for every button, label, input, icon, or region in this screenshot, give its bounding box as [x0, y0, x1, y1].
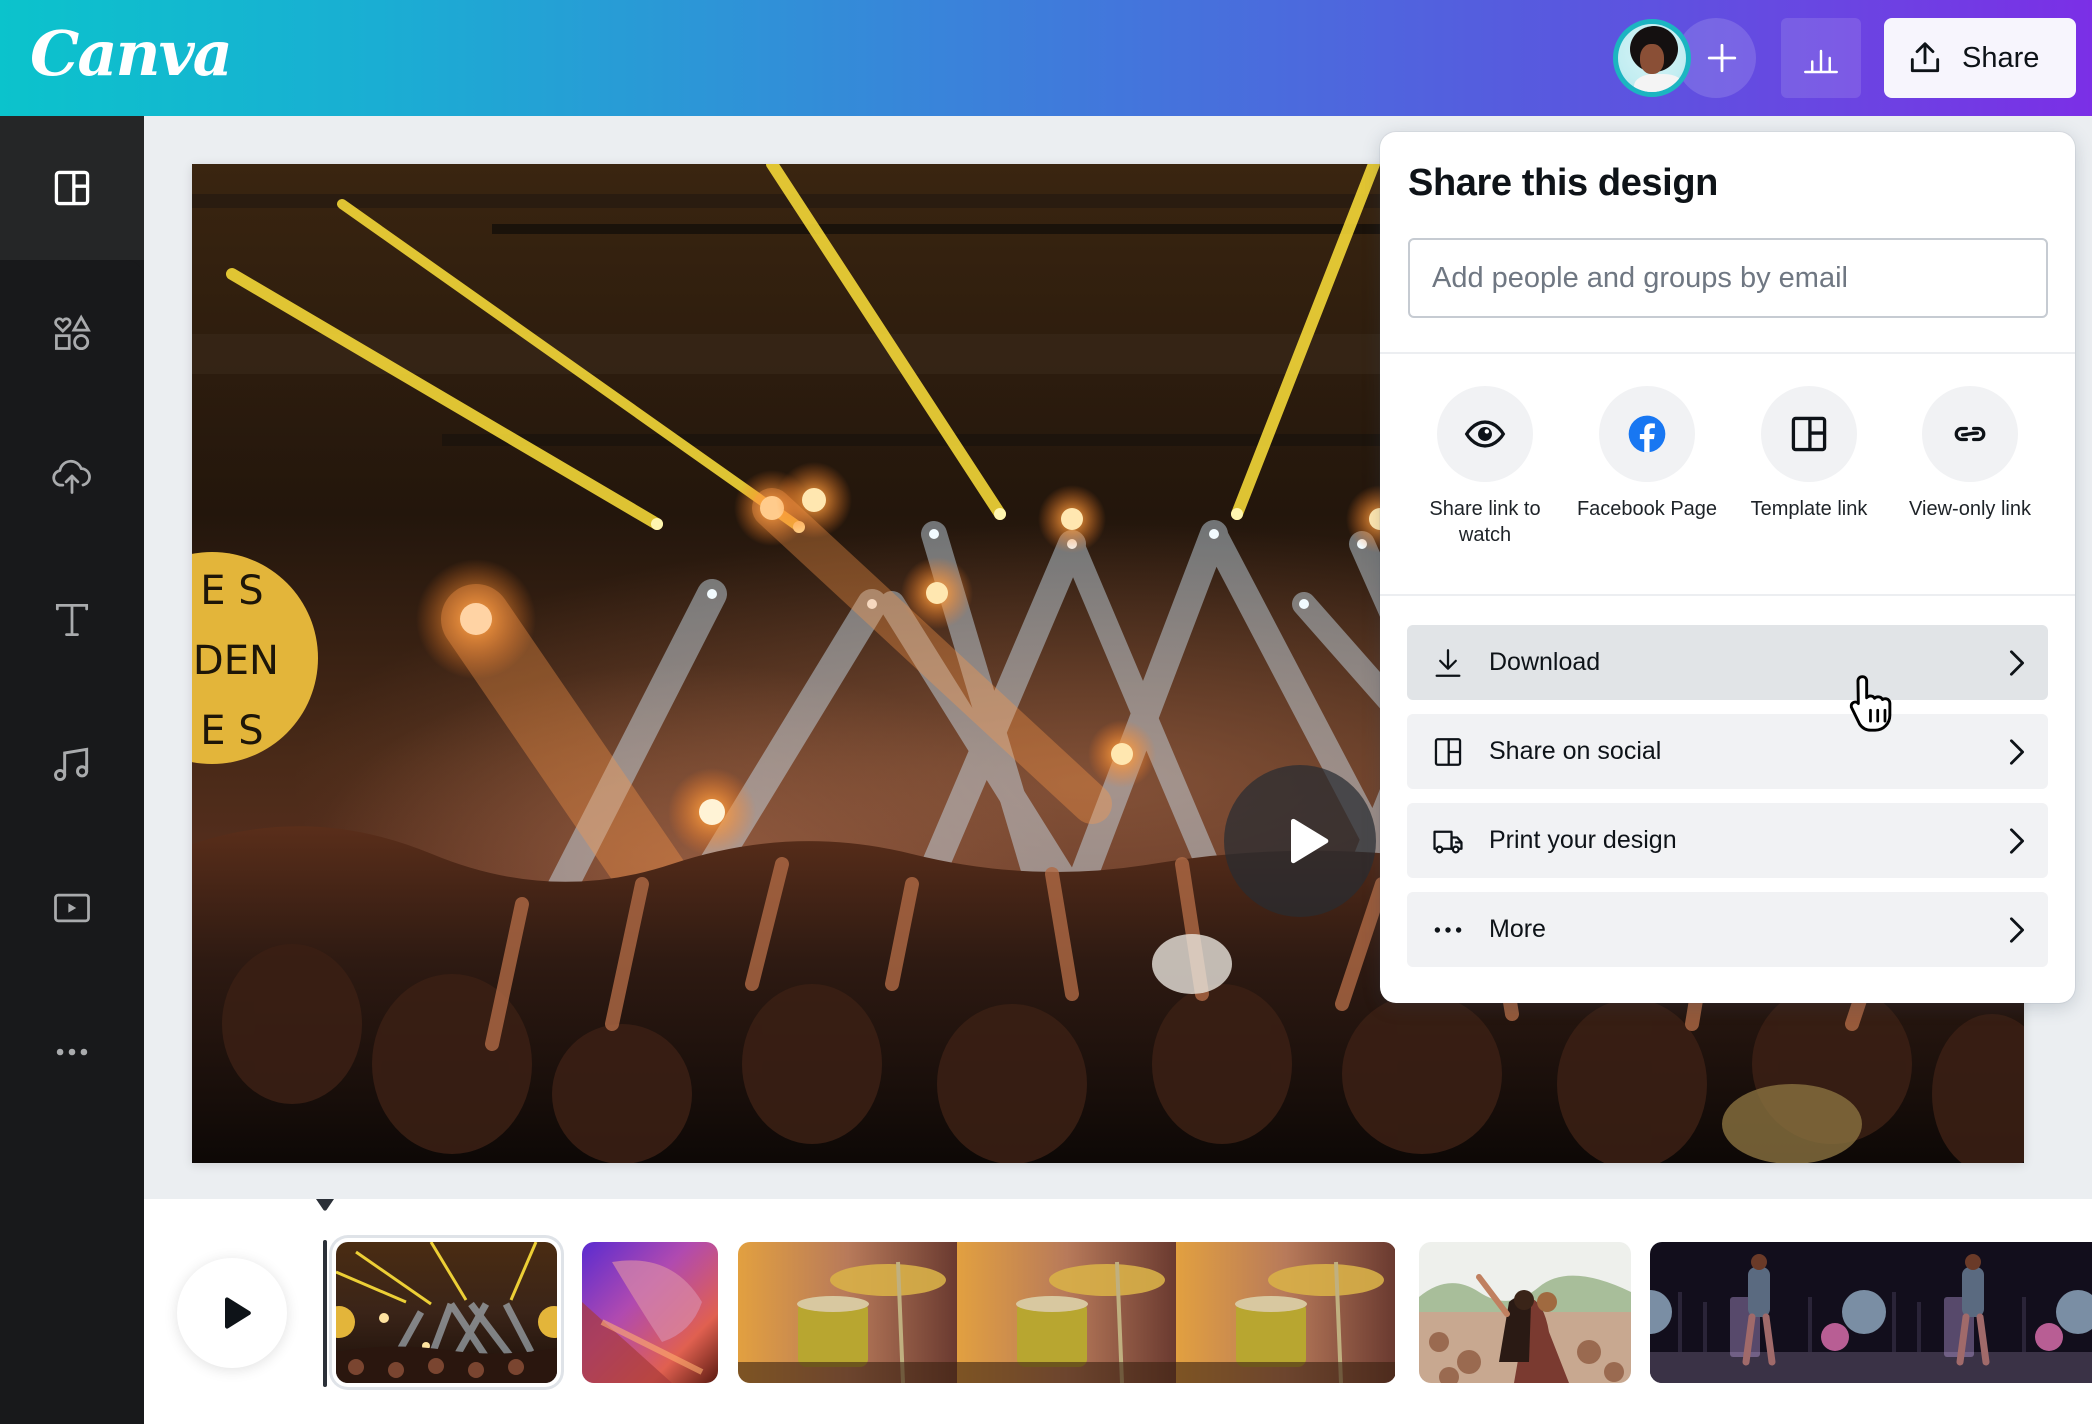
quick-action-facebook-page[interactable]: Facebook Page — [1566, 386, 1728, 522]
timeline-clip-singer[interactable] — [1650, 1242, 2092, 1383]
quick-action-label: Share link to watch — [1429, 498, 1541, 546]
user-avatar[interactable] — [1613, 19, 1691, 97]
email-input[interactable] — [1408, 238, 2048, 318]
sign-text-line-1: E S — [200, 568, 263, 614]
clip-thumbnail — [738, 1242, 1396, 1383]
video-icon — [54, 893, 90, 923]
download-button[interactable]: Download — [1407, 625, 2048, 700]
more-icon — [56, 1048, 88, 1056]
sign-text-line-3: E S — [200, 708, 263, 754]
layout-icon — [1791, 416, 1827, 452]
share-on-social-label: Share on social — [1489, 737, 1662, 765]
playhead-marker-icon[interactable] — [314, 1197, 336, 1213]
timeline-clip-festival-crowd[interactable] — [1419, 1242, 1631, 1383]
share-panel: Share this design Share link to watch Fa… — [1380, 132, 2075, 1003]
share-actions-list: Download Share on social Print your desi… — [1407, 625, 2048, 981]
video-play-button[interactable] — [1224, 765, 1376, 917]
shapes-icon — [54, 314, 91, 351]
quick-share-options: Share link to watch Facebook Page Templa… — [1380, 386, 2075, 586]
sidebar-item-elements[interactable] — [0, 260, 144, 404]
sidebar-item-audio[interactable] — [0, 692, 144, 836]
chevron-right-icon — [2009, 650, 2024, 676]
quick-action-view-only-link[interactable]: View-only link — [1889, 386, 2051, 522]
playhead[interactable] — [323, 1240, 327, 1387]
more-options-label: More — [1489, 915, 1546, 943]
chevron-right-icon — [2009, 828, 2024, 854]
quick-action-share-link-to-watch[interactable]: Share link to watch — [1404, 386, 1566, 548]
truck-icon — [1433, 830, 1463, 853]
share-on-social-button[interactable]: Share on social — [1407, 714, 2048, 789]
timeline-clip-concert[interactable] — [336, 1242, 557, 1383]
sidebar-item-templates[interactable] — [0, 116, 144, 260]
sidebar — [0, 116, 144, 1424]
sidebar-item-more[interactable] — [0, 980, 144, 1124]
timeline-clip-guitar[interactable] — [582, 1242, 718, 1383]
sidebar-item-text[interactable] — [0, 548, 144, 692]
divider — [1380, 352, 2075, 354]
download-icon — [1435, 648, 1461, 677]
quick-action-label: Facebook Page — [1576, 498, 1718, 520]
more-icon — [1434, 926, 1462, 933]
music-note-icon — [54, 747, 89, 782]
text-icon — [55, 603, 89, 637]
share-button-label: Share — [1962, 41, 2040, 74]
clip-thumbnail — [582, 1242, 718, 1383]
analytics-button[interactable] — [1781, 18, 1861, 98]
layout-icon — [54, 170, 90, 206]
sidebar-item-uploads[interactable] — [0, 404, 144, 548]
print-design-label: Print your design — [1489, 826, 1677, 854]
more-options-button[interactable]: More — [1407, 892, 2048, 967]
quick-action-label: View-only link — [1909, 498, 2031, 520]
clip-thumbnail — [1419, 1242, 1631, 1383]
download-label: Download — [1489, 648, 1601, 676]
chevron-right-icon — [2009, 739, 2024, 765]
quick-action-label: Template link — [1750, 498, 1868, 520]
clip-thumbnail — [336, 1242, 557, 1383]
top-bar: Canva Share — [0, 0, 2092, 116]
layout-icon — [1434, 737, 1462, 766]
bar-chart-icon — [1804, 49, 1838, 74]
share-panel-title: Share this design — [1408, 162, 1718, 204]
upload-icon — [1910, 42, 1940, 73]
sidebar-item-videos[interactable] — [0, 836, 144, 980]
clip-thumbnail — [1650, 1242, 2092, 1383]
link-icon — [1954, 426, 1986, 442]
canva-logo[interactable]: Canva — [30, 14, 233, 94]
cloud-upload-icon — [52, 459, 91, 494]
sign-text-line-2: RDEN — [192, 638, 279, 684]
facebook-icon — [1628, 415, 1666, 453]
eye-icon — [1464, 420, 1506, 448]
share-button[interactable]: Share — [1884, 18, 2076, 98]
quick-action-template-link[interactable]: Template link — [1728, 386, 1890, 522]
timeline-play-button[interactable] — [177, 1258, 287, 1368]
play-icon — [225, 1297, 251, 1329]
timeline-clip-drums[interactable] — [738, 1242, 1396, 1383]
divider — [1380, 594, 2075, 596]
chevron-right-icon — [2009, 917, 2024, 943]
play-icon — [1291, 818, 1329, 864]
timeline — [144, 1199, 2092, 1424]
print-design-button[interactable]: Print your design — [1407, 803, 2048, 878]
plus-icon — [1707, 43, 1737, 73]
